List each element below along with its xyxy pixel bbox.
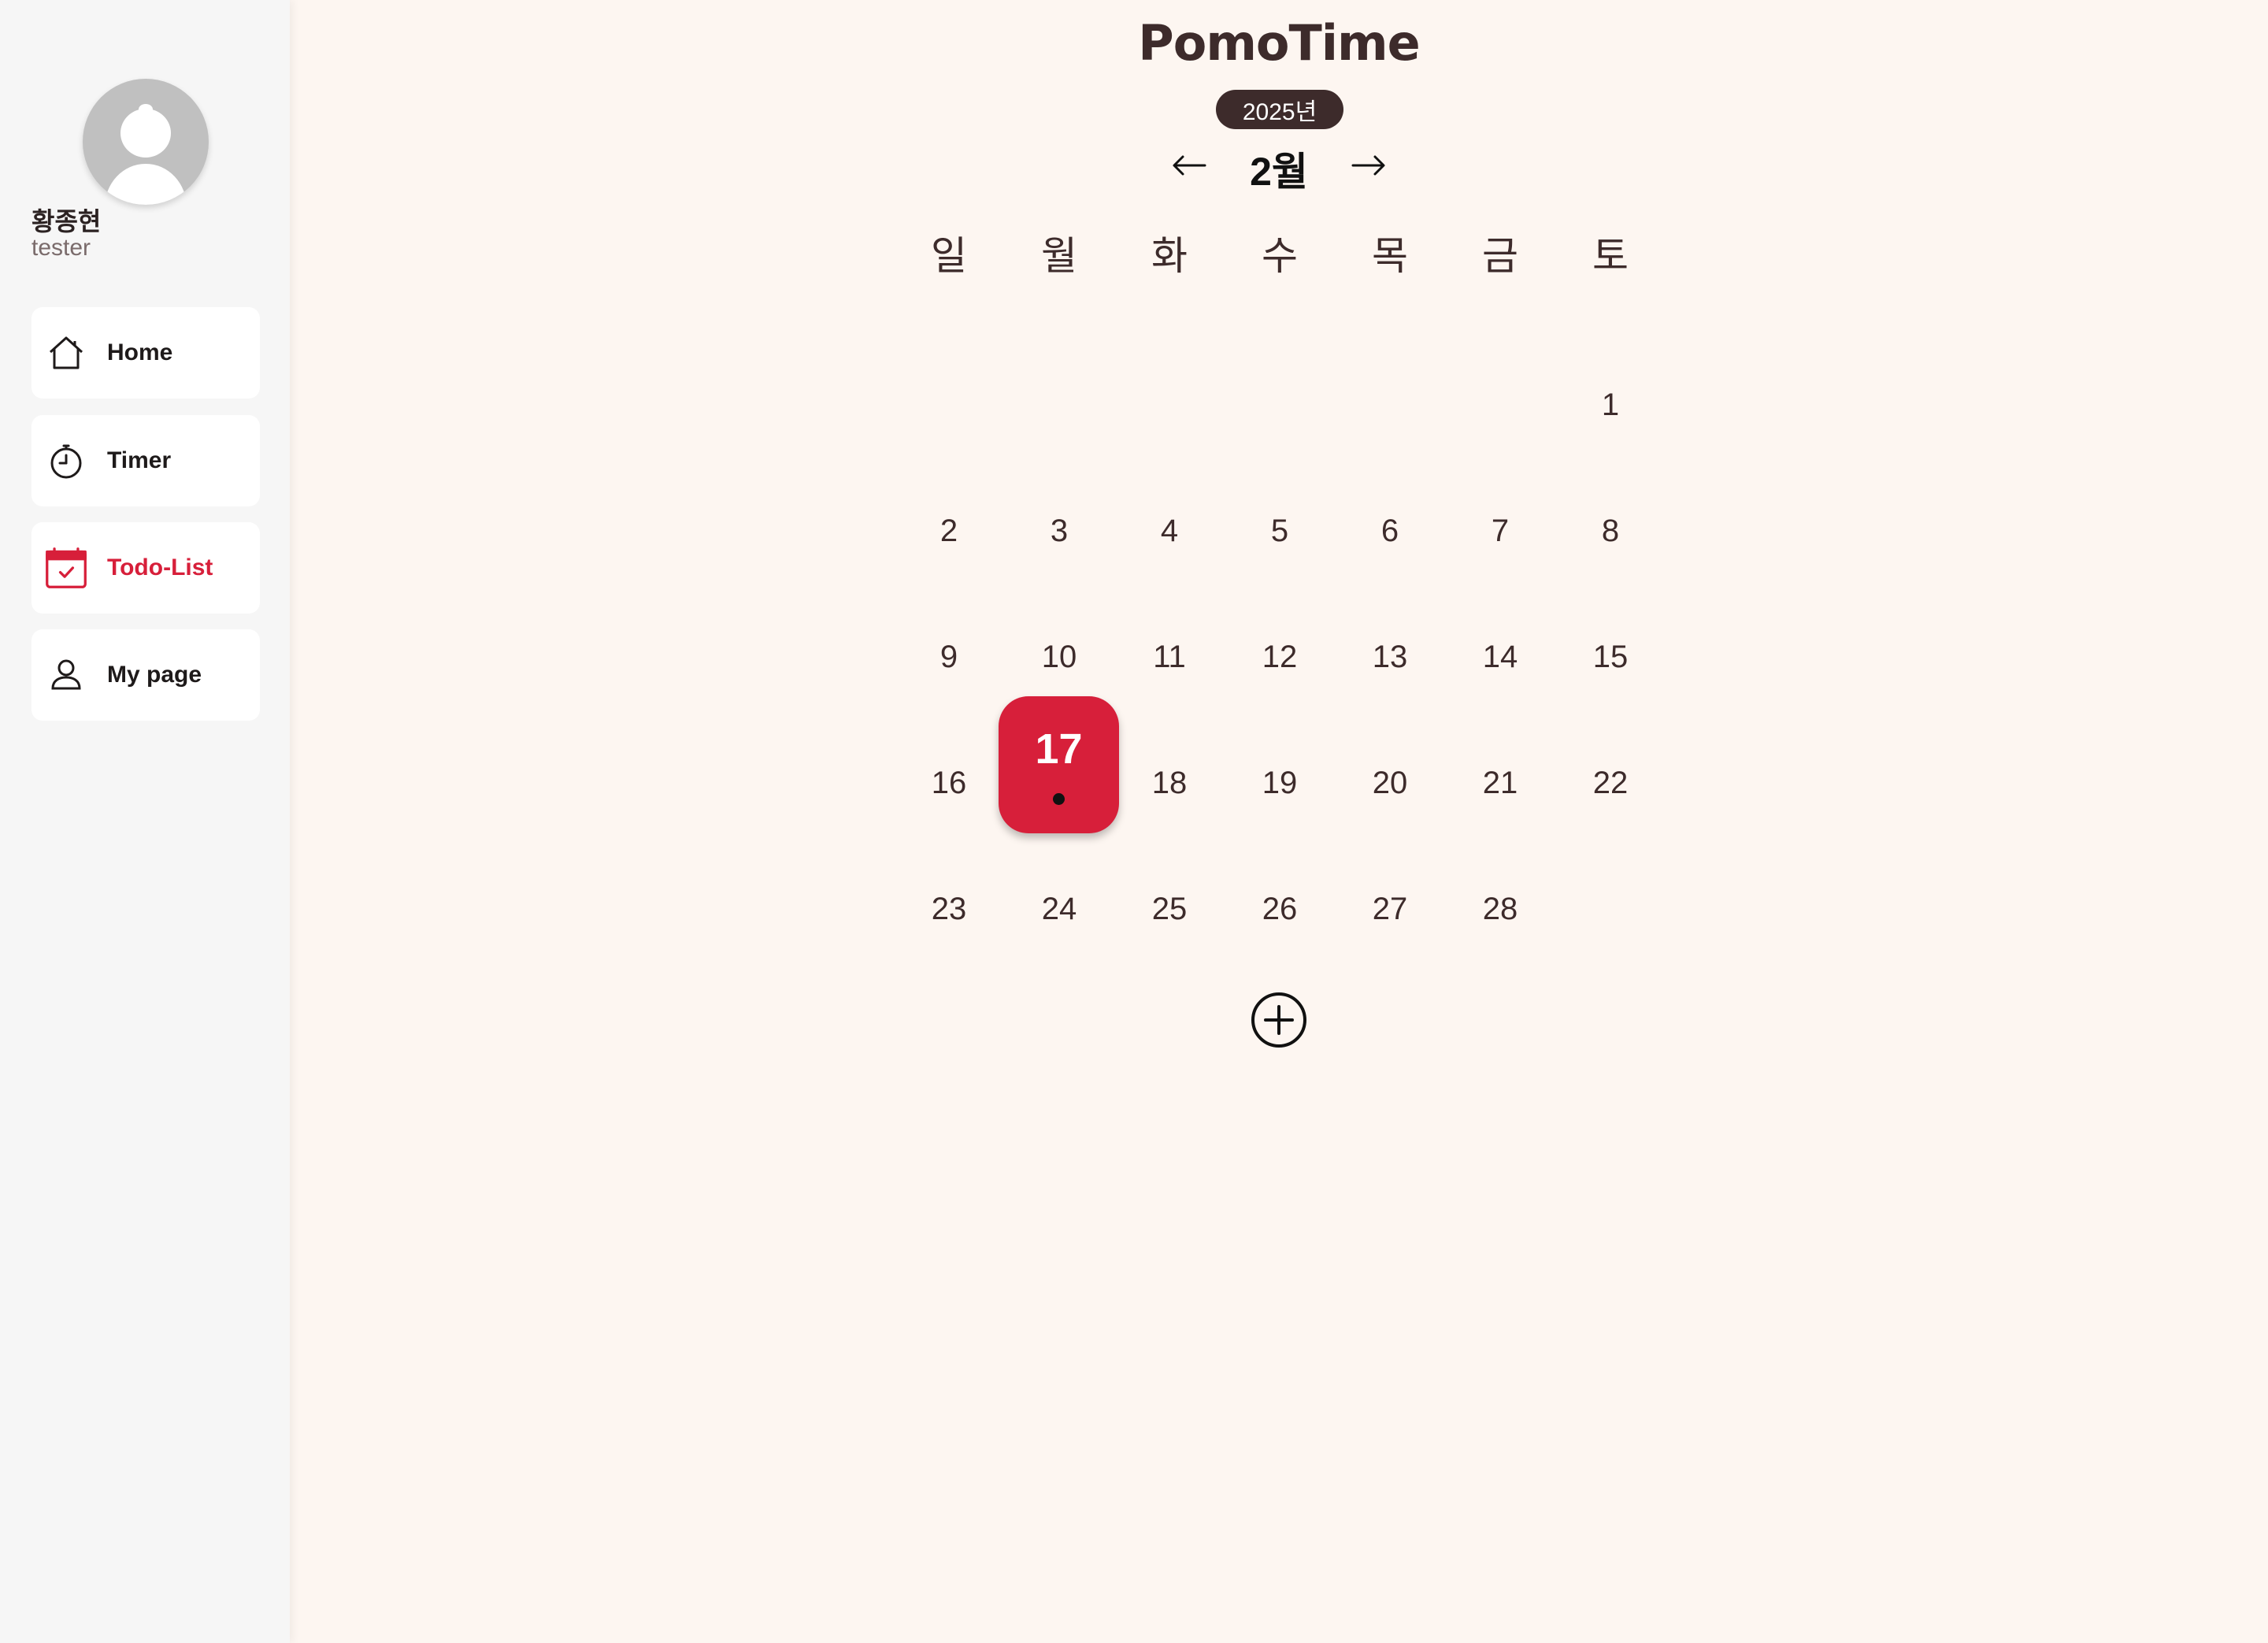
calendar-day[interactable]: 2: [902, 512, 996, 550]
calendar-day[interactable]: 11: [1122, 638, 1217, 676]
calendar-day[interactable]: 5: [1232, 512, 1327, 550]
calendar-day[interactable]: 20: [1343, 764, 1437, 802]
avatar-body: [105, 164, 187, 205]
sidebar-item-label: Timer: [107, 447, 172, 473]
sidebar: 황종현 tester Home Timer Todo-List My page: [0, 0, 290, 1643]
plus-circle-icon: [1250, 991, 1308, 1053]
sidebar-item-my-page[interactable]: My page: [32, 629, 260, 721]
sidebar-item-timer[interactable]: Timer: [32, 415, 260, 506]
avatar[interactable]: [83, 79, 209, 205]
user-name: 황종현: [32, 207, 102, 236]
calendar-day[interactable]: 4: [1122, 512, 1217, 550]
calendar-day[interactable]: 12: [1232, 638, 1327, 676]
add-todo-button[interactable]: [1250, 992, 1308, 1051]
weekday-sat: 토: [1592, 234, 1629, 278]
prev-month-button[interactable]: [1166, 143, 1213, 191]
calendar-day[interactable]: 3: [1012, 512, 1106, 550]
calendar-day[interactable]: 16: [902, 764, 996, 802]
calendar-day[interactable]: 21: [1453, 764, 1547, 802]
weekday-thu: 목: [1372, 234, 1408, 278]
avatar-knob: [139, 104, 153, 115]
calendar-day[interactable]: 7: [1453, 512, 1547, 550]
sidebar-item-todo-list[interactable]: Todo-List: [32, 522, 260, 614]
calendar-day[interactable]: 10: [1012, 638, 1106, 676]
calendar-day[interactable]: 25: [1122, 890, 1217, 928]
weekday-tue: 화: [1151, 234, 1188, 278]
calendar-day[interactable]: 15: [1563, 638, 1658, 676]
weekday-mon: 월: [1041, 234, 1077, 278]
calendar-day[interactable]: 26: [1232, 890, 1327, 928]
month-label: 2월: [1250, 150, 1308, 194]
sidebar-item-label: Home: [107, 339, 173, 365]
sidebar-item-label: Todo-List: [107, 554, 213, 580]
selected-day-number: 17: [1035, 725, 1083, 773]
year-badge: 2025년: [1216, 90, 1343, 129]
event-dot: [1053, 793, 1065, 805]
sidebar-item-home[interactable]: Home: [32, 307, 260, 399]
calendar-day[interactable]: 6: [1343, 512, 1437, 550]
weekday-wed: 수: [1262, 234, 1298, 278]
calendar-day[interactable]: 14: [1453, 638, 1547, 676]
arrow-right-icon: [1351, 154, 1386, 181]
stopwatch-icon: [44, 439, 88, 483]
calendar-day[interactable]: 27: [1343, 890, 1437, 928]
calendar-day[interactable]: 24: [1012, 890, 1106, 928]
calendar-day[interactable]: 19: [1232, 764, 1327, 802]
calendar-day[interactable]: 18: [1122, 764, 1217, 802]
user-icon: [44, 653, 88, 697]
user-role: tester: [32, 235, 91, 261]
calendar-day[interactable]: 22: [1563, 764, 1658, 802]
calendar-day[interactable]: 13: [1343, 638, 1437, 676]
month-navigator: 2월: [1166, 134, 1392, 197]
calendar-day[interactable]: 28: [1453, 890, 1547, 928]
calendar-day[interactable]: 1: [1563, 386, 1658, 424]
calendar-day[interactable]: 9: [902, 638, 996, 676]
weekday-sun: 일: [931, 234, 967, 278]
calendar-day-selected[interactable]: 17: [999, 696, 1119, 833]
calendar-check-icon: [44, 546, 88, 590]
home-icon: [44, 331, 88, 375]
avatar-head: [120, 109, 171, 158]
app-title-text: PomoTime: [1138, 14, 1420, 72]
arrow-left-icon: [1172, 154, 1206, 181]
next-month-button[interactable]: [1345, 143, 1392, 191]
weekday-fri: 금: [1482, 234, 1518, 278]
sidebar-item-label: My page: [107, 662, 202, 688]
calendar-day[interactable]: 8: [1563, 512, 1658, 550]
calendar-day[interactable]: 23: [902, 890, 996, 928]
